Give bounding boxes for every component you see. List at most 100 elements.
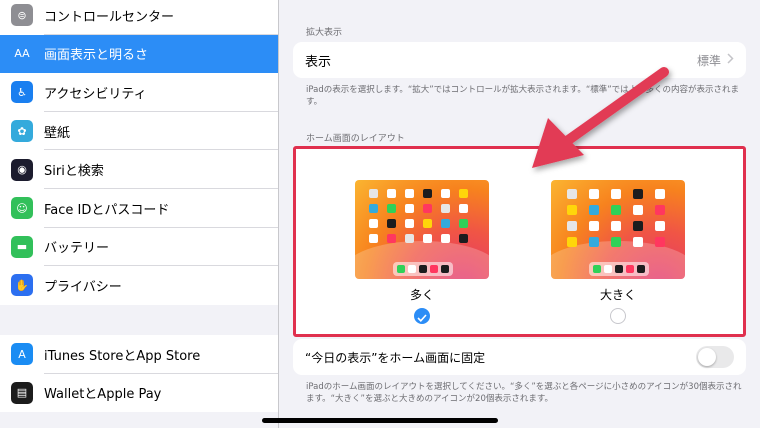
dock-tile-icon (419, 265, 427, 273)
layout-more-label: 多く (409, 288, 434, 302)
sidebar-group-store: AiTunes StoreとApp Store ▤ WalletとApple Pay (0, 335, 278, 413)
app-tile-icon (423, 234, 432, 243)
home-indicator (262, 418, 498, 423)
sidebar-item[interactable]: ▤ WalletとApple Pay (0, 374, 278, 413)
app-tile-icon (387, 189, 396, 198)
app-tile-icon (611, 189, 621, 199)
app-tile-icon (589, 205, 599, 215)
app-tile-icon (655, 221, 665, 231)
app-tile-icon (441, 204, 450, 213)
app-tile-icon (611, 205, 621, 215)
app-tile-icon (369, 204, 378, 213)
app-tile-icon (405, 204, 414, 213)
app-tile-icon (387, 219, 396, 228)
layout-bigger-label: 大きく (599, 288, 636, 302)
privacy-hand-icon: ✋ (11, 274, 33, 297)
control-center-icon: ⊜ (11, 4, 33, 27)
app-tile-icon (459, 234, 468, 243)
sidebar-item-label: Face IDとパスコード (44, 202, 170, 218)
app-tile-icon (567, 237, 577, 247)
dock-tile-icon (430, 265, 438, 273)
app-tile-icon (387, 234, 396, 243)
display-brightness-icon: AA (11, 42, 33, 65)
app-tile-icon (405, 234, 414, 243)
display-zoom-value: 標準 (696, 53, 721, 68)
dock-tile-icon (615, 265, 623, 273)
sidebar-item-label: WalletとApple Pay (44, 387, 162, 403)
app-tile-icon (633, 237, 643, 247)
sidebar-group-main: ⊜ コントロールセンター AA 画面表示と明るさ ♿ アクセシビリティ ✿ 壁紙 ◉ Siriと検… (0, 0, 278, 305)
accessibility-icon: ♿ (11, 81, 33, 104)
app-tile-icon (459, 219, 468, 228)
settings-sidebar: ⊜ コントロールセンター AA 画面表示と明るさ ♿ アクセシビリティ ✿ 壁紙 ◉ Siriと検… (0, 0, 279, 428)
app-tile-icon (405, 189, 414, 198)
sidebar-item-label: コントロールセンター (44, 9, 175, 25)
app-tile-icon (441, 219, 450, 228)
sidebar-item-label: 壁紙 (44, 125, 71, 141)
sidebar-item[interactable]: ▬ バッテリー (0, 228, 278, 267)
dock-tile-icon (593, 265, 601, 273)
app-tile-icon (655, 237, 665, 247)
app-tile-icon (633, 189, 643, 199)
display-zoom-row[interactable]: 表示 標準 (293, 42, 746, 78)
dock-tile-icon (637, 265, 645, 273)
app-tile-icon (589, 237, 599, 247)
app-tile-icon (655, 189, 665, 199)
sidebar-item[interactable]: ☺ Face IDとパスコード (0, 189, 278, 228)
app-tile-icon (611, 237, 621, 247)
layout-note: iPadのホーム画面のレイアウトを選択してください。“多く”を選ぶと各ページに小… (306, 382, 742, 405)
dock-tile-icon (626, 265, 634, 273)
dock-tile-icon (441, 265, 449, 273)
app-tile-icon (567, 189, 577, 199)
app-tile-icon (423, 219, 432, 228)
sidebar-item[interactable]: ♿ アクセシビリティ (0, 73, 278, 112)
chevron-right-icon (727, 53, 734, 67)
sidebar-item[interactable]: AiTunes StoreとApp Store (0, 335, 278, 374)
sidebar-item[interactable]: AA 画面表示と明るさ (0, 34, 278, 74)
app-tile-icon (369, 234, 378, 243)
app-tile-icon (405, 219, 414, 228)
app-tile-icon (369, 189, 378, 198)
sidebar-item-label: プライバシー (44, 279, 122, 295)
dock-tile-icon (408, 265, 416, 273)
app-tile-icon (567, 205, 577, 215)
siri-icon: ◉ (11, 158, 33, 181)
layout-section-header: ホーム画面のレイアウト (306, 134, 405, 144)
app-tile-icon (369, 219, 378, 228)
display-zoom-label: 表示 (305, 54, 332, 70)
keep-today-view-row: “今日の表示”をホーム画面に固定 (293, 339, 746, 375)
layout-bigger-preview[interactable] (551, 180, 685, 279)
app-tile-icon (441, 189, 450, 198)
sidebar-item[interactable]: ⊜ コントロールセンター (0, 0, 278, 35)
home-layout-card: 多く 大きく (293, 146, 746, 337)
zoom-note: iPadの表示を選択します。“拡大”ではコントロールが拡大表示されます。“標準”… (306, 85, 739, 108)
sidebar-item[interactable]: ✋ プライバシー (0, 266, 278, 305)
app-tile-icon (423, 204, 432, 213)
app-tile-icon (459, 189, 468, 198)
app-tile-icon (567, 221, 577, 231)
app-tile-icon (589, 189, 599, 199)
sidebar-item[interactable]: ✿ 壁紙 (0, 112, 278, 151)
layout-bigger-radio[interactable] (610, 308, 626, 324)
keep-today-view-label: “今日の表示”をホーム画面に固定 (305, 350, 486, 365)
keep-today-view-toggle[interactable] (696, 346, 734, 368)
app-tile-icon (459, 204, 468, 213)
face-id-icon: ☺ (11, 197, 33, 220)
app-tile-icon (655, 205, 665, 215)
sidebar-item-label: Siriと検索 (44, 164, 104, 180)
app-tile-icon (611, 221, 621, 231)
dock-tile-icon (397, 265, 405, 273)
app-tile-icon (423, 189, 432, 198)
app-store-icon: A (11, 343, 33, 366)
app-tile-icon (387, 204, 396, 213)
app-tile-icon (589, 221, 599, 231)
sidebar-item-label: 画面表示と明るさ (44, 48, 149, 64)
sidebar-item[interactable]: ◉ Siriと検索 (0, 150, 278, 189)
checkmark-icon (417, 307, 427, 326)
sidebar-item-label: アクセシビリティ (44, 86, 147, 102)
wallet-icon: ▤ (11, 381, 33, 404)
app-tile-icon (633, 205, 643, 215)
layout-more-preview[interactable] (355, 180, 489, 279)
app-tile-icon (633, 221, 643, 231)
layout-more-radio[interactable] (414, 308, 430, 324)
